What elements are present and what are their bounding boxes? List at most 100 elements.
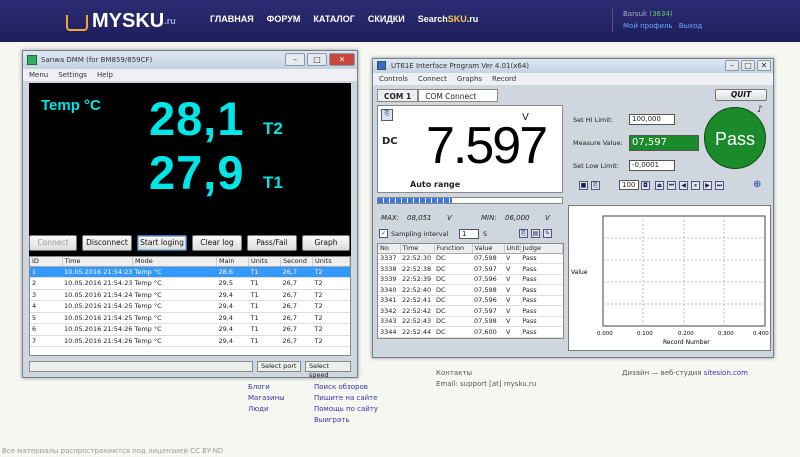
footer-link[interactable]: Выиграть [314, 416, 378, 427]
nav-home[interactable]: ГЛАВНАЯ [210, 14, 254, 24]
next-icon[interactable]: ▶ [703, 181, 712, 190]
logout-link[interactable]: Выход [679, 22, 703, 30]
ut-graph[interactable]: Value 0.000 0.100 0.200 0.300 0.400 Reco… [568, 205, 771, 351]
low-limit-input[interactable]: -0,0001 [629, 160, 675, 171]
clear-log-icon[interactable]: ✎ [543, 229, 552, 238]
table-row[interactable]: 5 10.05.2016 21:54:25 Temp °C 29,4 T1 26,7 T2 [30, 312, 350, 324]
col-judge[interactable]: Judge [520, 244, 563, 254]
pause-icon[interactable]: ⏸ [691, 181, 700, 190]
sound-icon[interactable]: ♪ [757, 105, 763, 115]
table-row[interactable]: 7 10.05.2016 21:54:26 Temp °C 29,4 T1 26,7 T2 [30, 335, 350, 347]
hi-limit-input[interactable]: 100,000 [629, 114, 675, 125]
ut-log-table[interactable]: No Time Function Value Unit Judge 3337 22… [377, 243, 564, 339]
record-checkbox[interactable]: ✓ [379, 229, 388, 238]
col-time[interactable]: Time [400, 244, 435, 254]
tab-com-connect[interactable]: COM Connect [418, 89, 499, 102]
site-logo[interactable]: MYSKU .ru [66, 6, 176, 36]
design-link[interactable]: sitesion.com [704, 369, 748, 377]
table-row[interactable]: 3343 22:52:43 DC 07,598 V Pass [378, 316, 563, 327]
nav-discounts[interactable]: СКИДКИ [368, 14, 405, 24]
table-row[interactable]: 3344 22:52:44 DC 07,600 V Pass [378, 326, 563, 338]
col-second[interactable]: Second [280, 257, 313, 267]
ut-titlebar[interactable]: UT61E Interface Program Ver 4.01(x64) – … [373, 59, 773, 73]
profile-link[interactable]: Мой профиль [623, 22, 673, 30]
menu-record[interactable]: Record [492, 75, 516, 83]
col-no[interactable]: No [378, 244, 401, 254]
user-name[interactable]: Barsuk [623, 10, 647, 18]
table-row[interactable]: 3339 22:52:39 DC 07,596 V Pass [378, 274, 563, 285]
minimize-button[interactable]: – [285, 53, 305, 66]
cell: DC [434, 305, 472, 317]
dmm-log-table[interactable]: ID Time Mode Main Units Second Units 1 10… [29, 256, 351, 356]
graph-button[interactable]: Graph [302, 235, 350, 251]
t2-value: 28,1 [149, 92, 245, 145]
menu-graphs[interactable]: Graphs [457, 75, 482, 83]
tab-com1[interactable]: COM 1 [377, 89, 419, 102]
save-log-icon[interactable]: ▤ [531, 229, 540, 238]
menu-menu[interactable]: Menu [29, 71, 48, 79]
table-row[interactable]: 2 10.05.2016 21:54:23 Temp °C 29,5 T1 26,7 T2 [30, 277, 350, 290]
start-logging-button[interactable]: Start loging [137, 235, 187, 251]
first-icon[interactable]: ⏮ [667, 181, 676, 190]
footer-link[interactable]: Блоги [248, 383, 285, 394]
table-row[interactable]: 6 10.05.2016 21:54:26 Temp °C 29,4 T1 26,7 T2 [30, 323, 350, 336]
menu-settings[interactable]: Settings [58, 71, 87, 79]
footer-link[interactable]: Помощь по сайту [314, 405, 378, 416]
table-row[interactable]: 3342 22:52:42 DC 07,597 V Pass [378, 305, 563, 317]
eject-icon[interactable]: ⏏ [655, 181, 664, 190]
last-icon[interactable]: ⏭ [715, 181, 724, 190]
table-row[interactable]: 1 10.05.2016 21:54:23 Temp °C 28,6 T1 26,7 T2 [30, 266, 350, 278]
copy-graph-icon[interactable]: ⎘ [591, 181, 600, 190]
dmm-titlebar[interactable]: Sanwa DMM (for BM859/859CF) – □ ✕ [23, 51, 357, 69]
table-row[interactable]: 4 10.05.2016 21:54:25 Temp °C 29,4 T1 26,7 T2 [30, 300, 350, 313]
pass-fail-button[interactable]: Pass/Fail [247, 235, 297, 251]
select-speed[interactable]: Select speed [305, 361, 351, 379]
col-unit[interactable]: Unit [504, 244, 521, 254]
table-row[interactable]: 3341 22:52:41 DC 07,596 V Pass [378, 295, 563, 306]
cell: DC [434, 326, 472, 338]
table-row[interactable]: 3 10.05.2016 21:54:24 Temp °C 29,4 T1 26,7 T2 [30, 289, 350, 301]
contacts-title[interactable]: Контакты [436, 369, 536, 380]
sampling-input[interactable]: 1 [459, 229, 479, 239]
nav-catalog[interactable]: КАТАЛОГ [313, 14, 355, 24]
stop-icon[interactable]: ■ [579, 181, 588, 190]
col-main[interactable]: Main [216, 257, 249, 267]
nav-searchsku[interactable]: SearchSKU.ru [418, 14, 479, 24]
zoom-icon[interactable]: ⊕ [753, 179, 761, 190]
copy-icon[interactable]: ⎘ [381, 109, 393, 121]
footer-link[interactable]: Пишите на сайте [314, 394, 378, 405]
footer-link[interactable]: Поиск обзоров [314, 383, 378, 394]
col-function[interactable]: Function [434, 244, 473, 254]
x-tick: 0.000 [597, 331, 613, 337]
table-row[interactable]: 3338 22:52:38 DC 07,597 V Pass [378, 263, 563, 275]
col-time[interactable]: Time [62, 257, 133, 267]
connect-button[interactable]: Connect [29, 235, 77, 251]
col-id[interactable]: ID [30, 257, 63, 267]
menu-help[interactable]: Help [97, 71, 113, 79]
copy-log-icon[interactable]: ⎘ [519, 229, 528, 238]
minimize-button[interactable]: – [725, 60, 739, 71]
speed-input[interactable]: 100 [619, 180, 639, 190]
cell: 3342 [378, 305, 400, 317]
nav-forum[interactable]: ФОРУМ [267, 14, 301, 24]
footer-link[interactable]: Магазины [248, 394, 285, 405]
col-value[interactable]: Value [472, 244, 505, 254]
maximize-button[interactable]: □ [307, 53, 327, 66]
camera-icon[interactable]: ◘ [641, 181, 650, 190]
menu-controls[interactable]: Controls [379, 75, 408, 83]
maximize-button[interactable]: □ [741, 60, 755, 71]
col-mode[interactable]: Mode [132, 257, 217, 267]
close-button[interactable]: ✕ [757, 60, 771, 71]
table-row[interactable]: 3337 22:52:30 DC 07,598 V Pass [378, 253, 563, 264]
footer-link[interactable]: Люди [248, 405, 285, 416]
menu-connect[interactable]: Connect [418, 75, 447, 83]
prev-icon[interactable]: ◀ [679, 181, 688, 190]
select-port[interactable]: Select port [257, 361, 301, 372]
table-row[interactable]: 3340 22:52:40 DC 07,598 V Pass [378, 284, 563, 296]
clear-log-button[interactable]: Clear log [192, 235, 242, 251]
quit-button[interactable]: QUIT [715, 89, 767, 101]
col-units[interactable]: Units [248, 257, 281, 267]
col-units-2[interactable]: Units [312, 257, 350, 267]
close-button[interactable]: ✕ [329, 53, 355, 66]
disconnect-button[interactable]: Disconnect [82, 235, 132, 251]
